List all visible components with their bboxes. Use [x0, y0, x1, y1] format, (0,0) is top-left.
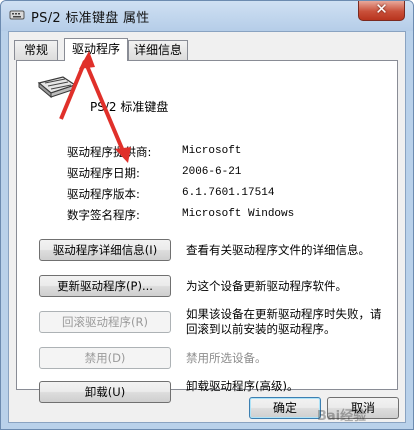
tab-general[interactable]: 常规	[14, 40, 58, 60]
date-label: 驱动程序日期:	[67, 166, 140, 180]
driver-details-desc: 查看有关驱动程序文件的详细信息。	[186, 243, 370, 257]
rollback-driver-desc-line2: 回滚到以前安装的驱动程序。	[186, 322, 336, 336]
provider-label: 驱动程序提供商:	[67, 145, 152, 159]
signer-value: Microsoft Windows	[182, 208, 295, 220]
title-bar[interactable]: PS/2 标准键盘 属性 ✕	[1, 1, 413, 31]
date-value: 2006-6-21	[182, 166, 242, 178]
dialog-body: 常规 驱动程序 详细信息 PS/2 标准键盘 驱动程序提供商: Microsof…	[8, 31, 406, 423]
tab-driver[interactable]: 驱动程序	[64, 38, 128, 61]
update-driver-button[interactable]: 更新驱动程序(P)...	[39, 275, 171, 297]
device-name: PS/2 标准键盘	[90, 100, 169, 114]
window-title: PS/2 标准键盘 属性	[31, 11, 150, 26]
keyboard-device-icon	[37, 76, 77, 99]
properties-dialog: PS/2 标准键盘 属性 ✕ 常规 驱动程序 详细信息 PS/2 标准键盘 驱动…	[0, 0, 414, 430]
tab-details[interactable]: 详细信息	[128, 40, 188, 60]
ok-button[interactable]: 确定	[249, 397, 321, 419]
version-label: 驱动程序版本:	[67, 187, 140, 201]
disable-button[interactable]: 禁用(D)	[39, 347, 171, 369]
uninstall-desc: 卸载驱动程序(高级)。	[186, 379, 299, 393]
watermark: Bai经验	[317, 409, 367, 424]
version-value: 6.1.7601.17514	[182, 187, 275, 199]
uninstall-button[interactable]: 卸载(U)	[39, 381, 171, 403]
rollback-driver-button[interactable]: 回滚驱动程序(R)	[39, 311, 171, 333]
rollback-driver-desc-line1: 如果该设备在更新驱动程序时失败，请	[186, 307, 382, 321]
keyboard-icon	[9, 10, 25, 20]
driver-details-button[interactable]: 驱动程序详细信息(I)	[39, 239, 171, 261]
update-driver-desc: 为这个设备更新驱动程序软件。	[186, 279, 347, 293]
signer-label: 数字签名程序:	[67, 208, 140, 222]
close-icon: ✕	[375, 0, 388, 18]
close-button[interactable]: ✕	[358, 1, 405, 21]
disable-desc: 禁用所选设备。	[186, 351, 267, 365]
provider-value: Microsoft	[182, 145, 242, 157]
driver-tab-panel: PS/2 标准键盘 驱动程序提供商: Microsoft 驱动程序日期: 200…	[16, 60, 398, 403]
